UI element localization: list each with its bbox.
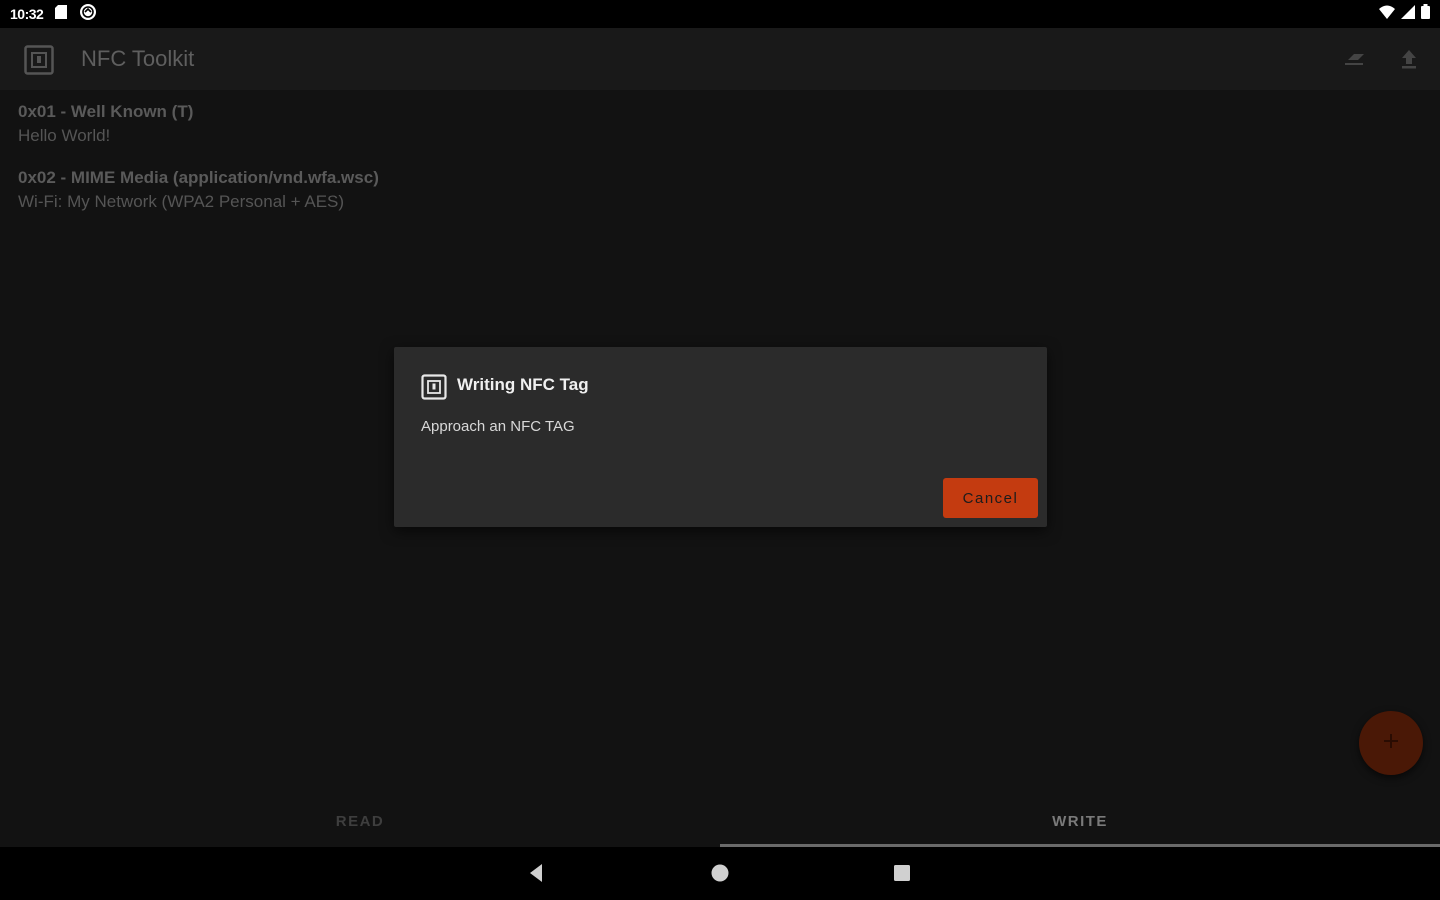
tab-bar: READ WRITE: [0, 795, 1440, 847]
nfc-tag-icon: [421, 374, 447, 400]
upload-icon[interactable]: [1396, 46, 1422, 72]
status-bar: 10:32: [0, 0, 1440, 28]
recent-apps-icon[interactable]: [891, 862, 913, 884]
plus-icon: [1381, 731, 1401, 756]
cancel-button[interactable]: Cancel: [943, 478, 1038, 518]
record-value: Hello World!: [18, 126, 111, 145]
tab-read[interactable]: READ: [0, 795, 720, 847]
record-value: Wi-Fi: My Network (WPA2 Personal + AES): [18, 192, 345, 211]
status-time: 10:32: [10, 6, 44, 22]
app-title: NFC Toolkit: [81, 46, 195, 71]
tab-write[interactable]: WRITE: [720, 795, 1440, 847]
add-record-button[interactable]: [1359, 711, 1423, 775]
app-screen: 10:32 NFC Toolkit 0x01 - Well Known (T) …: [0, 0, 1440, 900]
signal-icon: [1401, 4, 1415, 24]
sd-card-icon: [55, 4, 68, 24]
list-item[interactable]: 0x02 - MIME Media (application/vnd.wfa.w…: [18, 166, 379, 214]
ndef-record-list: 0x01 - Well Known (T) Hello World! 0x02 …: [18, 100, 379, 232]
dialog-title: Writing NFC Tag: [457, 375, 589, 394]
navigation-bar: [0, 847, 1440, 900]
dialog-message: Approach an NFC TAG: [421, 418, 575, 435]
app-bar: NFC Toolkit: [0, 28, 1440, 90]
list-item[interactable]: 0x01 - Well Known (T) Hello World!: [18, 100, 379, 148]
erase-icon[interactable]: [1342, 46, 1368, 72]
home-icon[interactable]: [709, 862, 731, 884]
battery-icon: [1421, 4, 1430, 24]
record-type: 0x01 - Well Known (T): [18, 102, 194, 121]
record-type: 0x02 - MIME Media (application/vnd.wfa.w…: [18, 168, 379, 187]
nfc-app-icon: [24, 45, 54, 75]
back-icon[interactable]: [526, 862, 548, 884]
sync-icon: [79, 3, 97, 26]
wifi-icon: [1379, 5, 1395, 24]
